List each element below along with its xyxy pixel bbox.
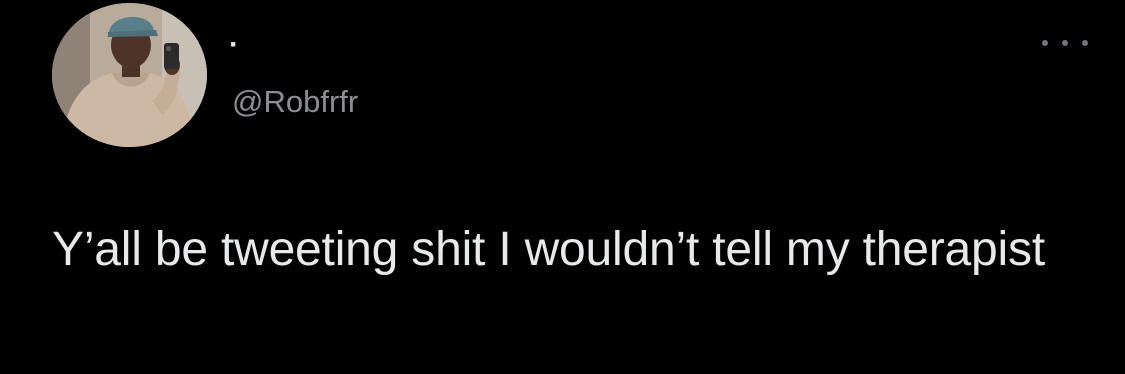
more-dot xyxy=(1082,40,1088,46)
avatar-photo xyxy=(52,3,207,147)
tweet-text: Y’all be tweeting shit I wouldn’t tell m… xyxy=(52,223,1045,276)
tweet-card: · @Robfrfr Y’all be tweeting shit I woul… xyxy=(0,0,1125,374)
more-options-icon[interactable] xyxy=(1042,33,1088,53)
display-name[interactable]: · xyxy=(229,30,239,60)
avatar[interactable] xyxy=(52,3,207,147)
user-handle[interactable]: @Robfrfr xyxy=(232,85,358,119)
more-dot xyxy=(1062,40,1068,46)
more-dot xyxy=(1042,40,1048,46)
